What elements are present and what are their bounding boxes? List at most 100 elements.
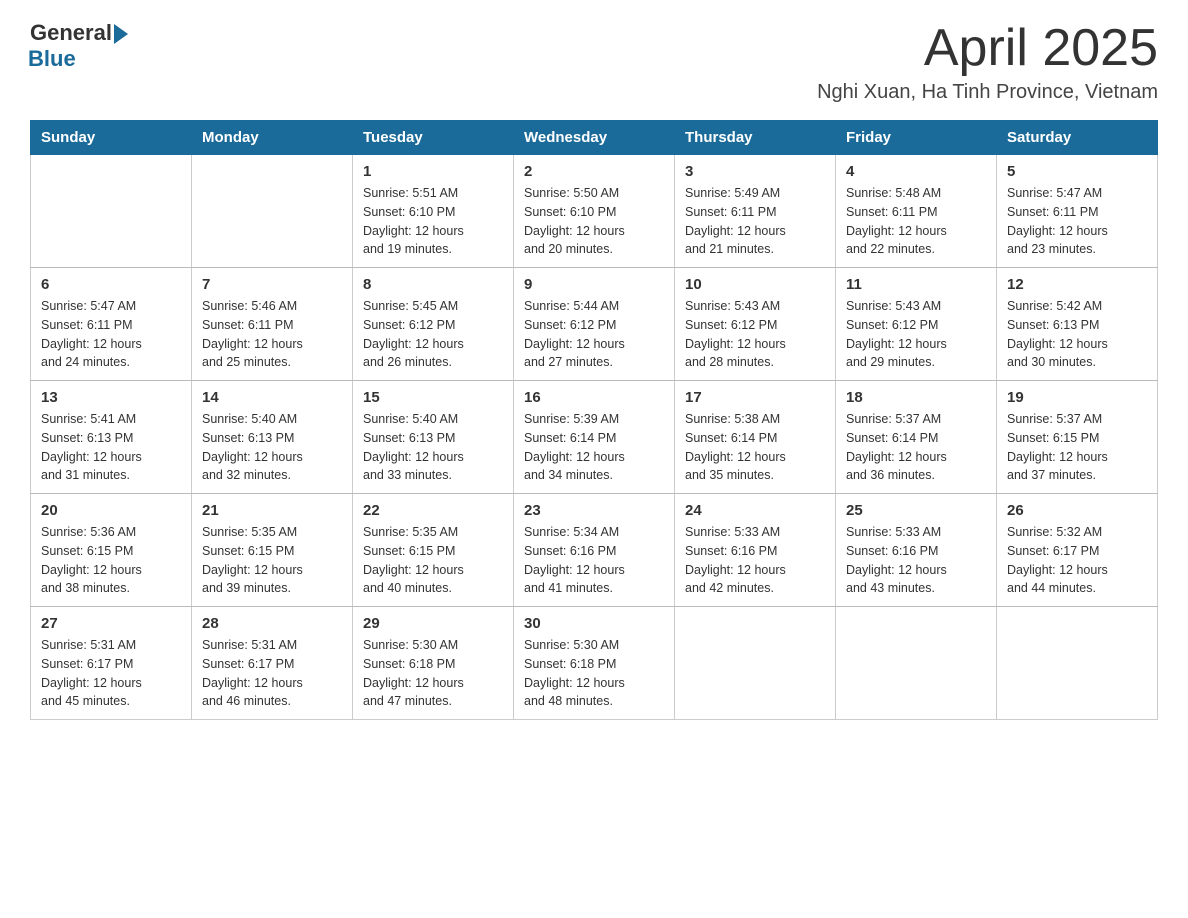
day-info: Sunrise: 5:35 AMSunset: 6:15 PMDaylight:… [202,523,342,598]
calendar-cell: 8 Sunrise: 5:45 AMSunset: 6:12 PMDaylight… [353,268,514,381]
day-number: 7 [202,276,342,293]
day-number: 4 [846,163,986,180]
calendar-cell: 11 Sunrise: 5:43 AMSunset: 6:12 PMDayligh… [836,268,997,381]
day-number: 28 [202,615,342,632]
day-info: Sunrise: 5:47 AMSunset: 6:11 PMDaylight:… [1007,184,1147,259]
day-number: 3 [685,163,825,180]
weekday-header-sunday: Sunday [31,121,192,155]
day-info: Sunrise: 5:31 AMSunset: 6:17 PMDaylight:… [202,636,342,711]
calendar-cell: 6 Sunrise: 5:47 AMSunset: 6:11 PMDaylight… [31,268,192,381]
calendar-cell: 2Sunrise: 5:50 AMSunset: 6:10 PMDaylight… [514,155,675,268]
calendar-cell: 24 Sunrise: 5:33 AMSunset: 6:16 PMDayligh… [675,494,836,607]
logo: General Blue [30,20,128,72]
calendar-cell: 16 Sunrise: 5:39 AMSunset: 6:14 PMDayligh… [514,381,675,494]
day-number: 19 [1007,389,1147,406]
weekday-header-tuesday: Tuesday [353,121,514,155]
calendar-week-row: 20 Sunrise: 5:36 AMSunset: 6:15 PMDayligh… [31,494,1158,607]
day-number: 13 [41,389,181,406]
weekday-header-monday: Monday [192,121,353,155]
day-info: Sunrise: 5:40 AMSunset: 6:13 PMDaylight:… [202,410,342,485]
calendar-cell: 14 Sunrise: 5:40 AMSunset: 6:13 PMDayligh… [192,381,353,494]
day-number: 11 [846,276,986,293]
calendar-cell: 18Sunrise: 5:37 AMSunset: 6:14 PMDayligh… [836,381,997,494]
calendar-cell: 20 Sunrise: 5:36 AMSunset: 6:15 PMDayligh… [31,494,192,607]
day-number: 6 [41,276,181,293]
calendar-week-row: 6 Sunrise: 5:47 AMSunset: 6:11 PMDaylight… [31,268,1158,381]
calendar-cell: 19 Sunrise: 5:37 AMSunset: 6:15 PMDayligh… [997,381,1158,494]
day-info: Sunrise: 5:47 AMSunset: 6:11 PMDaylight:… [41,297,181,372]
calendar-cell [192,155,353,268]
day-info: Sunrise: 5:48 AMSunset: 6:11 PMDaylight:… [846,184,986,259]
day-info: Sunrise: 5:35 AMSunset: 6:15 PMDaylight:… [363,523,503,598]
weekday-header-row: SundayMondayTuesdayWednesdayThursdayFrid… [31,121,1158,155]
month-title: April 2025 [817,20,1158,77]
day-number: 8 [363,276,503,293]
calendar-cell: 29 Sunrise: 5:30 AMSunset: 6:18 PMDayligh… [353,607,514,720]
calendar-cell: 15Sunrise: 5:40 AMSunset: 6:13 PMDayligh… [353,381,514,494]
title-section: April 2025 Nghi Xuan, Ha Tinh Province, … [817,20,1158,104]
day-number: 14 [202,389,342,406]
calendar-week-row: 1 Sunrise: 5:51 AMSunset: 6:10 PMDaylight… [31,155,1158,268]
day-info: Sunrise: 5:31 AMSunset: 6:17 PMDaylight:… [41,636,181,711]
calendar-cell: 27Sunrise: 5:31 AMSunset: 6:17 PMDayligh… [31,607,192,720]
calendar-cell [997,607,1158,720]
day-number: 26 [1007,502,1147,519]
day-number: 21 [202,502,342,519]
calendar-cell: 21 Sunrise: 5:35 AMSunset: 6:15 PMDayligh… [192,494,353,607]
calendar-cell: 5 Sunrise: 5:47 AMSunset: 6:11 PMDaylight… [997,155,1158,268]
calendar-table: SundayMondayTuesdayWednesdayThursdayFrid… [30,120,1158,720]
day-info: Sunrise: 5:43 AMSunset: 6:12 PMDaylight:… [846,297,986,372]
day-number: 25 [846,502,986,519]
page-header: General Blue April 2025 Nghi Xuan, Ha Ti… [30,20,1158,104]
day-number: 16 [524,389,664,406]
calendar-cell: 13 Sunrise: 5:41 AMSunset: 6:13 PMDayligh… [31,381,192,494]
calendar-cell: 26Sunrise: 5:32 AMSunset: 6:17 PMDayligh… [997,494,1158,607]
day-info: Sunrise: 5:30 AMSunset: 6:18 PMDaylight:… [363,636,503,711]
logo-text-blue: Blue [28,46,128,72]
day-number: 29 [363,615,503,632]
day-info: Sunrise: 5:37 AMSunset: 6:15 PMDaylight:… [1007,410,1147,485]
day-info: Sunrise: 5:36 AMSunset: 6:15 PMDaylight:… [41,523,181,598]
day-info: Sunrise: 5:43 AMSunset: 6:12 PMDaylight:… [685,297,825,372]
day-info: Sunrise: 5:45 AMSunset: 6:12 PMDaylight:… [363,297,503,372]
weekday-header-wednesday: Wednesday [514,121,675,155]
day-info: Sunrise: 5:49 AMSunset: 6:11 PMDaylight:… [685,184,825,259]
weekday-header-thursday: Thursday [675,121,836,155]
calendar-cell: 17 Sunrise: 5:38 AMSunset: 6:14 PMDayligh… [675,381,836,494]
day-number: 10 [685,276,825,293]
day-number: 24 [685,502,825,519]
day-info: Sunrise: 5:42 AMSunset: 6:13 PMDaylight:… [1007,297,1147,372]
calendar-cell: 28 Sunrise: 5:31 AMSunset: 6:17 PMDayligh… [192,607,353,720]
day-info: Sunrise: 5:34 AMSunset: 6:16 PMDaylight:… [524,523,664,598]
calendar-cell: 30Sunrise: 5:30 AMSunset: 6:18 PMDayligh… [514,607,675,720]
day-number: 5 [1007,163,1147,180]
day-number: 20 [41,502,181,519]
calendar-cell: 1 Sunrise: 5:51 AMSunset: 6:10 PMDaylight… [353,155,514,268]
day-number: 2 [524,163,664,180]
location-subtitle: Nghi Xuan, Ha Tinh Province, Vietnam [817,81,1158,104]
weekday-header-friday: Friday [836,121,997,155]
day-info: Sunrise: 5:41 AMSunset: 6:13 PMDaylight:… [41,410,181,485]
calendar-cell: 23Sunrise: 5:34 AMSunset: 6:16 PMDayligh… [514,494,675,607]
day-number: 17 [685,389,825,406]
calendar-cell [836,607,997,720]
weekday-header-saturday: Saturday [997,121,1158,155]
day-info: Sunrise: 5:33 AMSunset: 6:16 PMDaylight:… [685,523,825,598]
day-info: Sunrise: 5:30 AMSunset: 6:18 PMDaylight:… [524,636,664,711]
day-number: 1 [363,163,503,180]
calendar-cell: 4 Sunrise: 5:48 AMSunset: 6:11 PMDaylight… [836,155,997,268]
calendar-week-row: 13 Sunrise: 5:41 AMSunset: 6:13 PMDayligh… [31,381,1158,494]
day-number: 9 [524,276,664,293]
calendar-cell: 12Sunrise: 5:42 AMSunset: 6:13 PMDayligh… [997,268,1158,381]
day-info: Sunrise: 5:51 AMSunset: 6:10 PMDaylight:… [363,184,503,259]
day-info: Sunrise: 5:38 AMSunset: 6:14 PMDaylight:… [685,410,825,485]
day-number: 22 [363,502,503,519]
day-number: 15 [363,389,503,406]
logo-text-general: General [30,20,112,46]
day-info: Sunrise: 5:46 AMSunset: 6:11 PMDaylight:… [202,297,342,372]
day-info: Sunrise: 5:44 AMSunset: 6:12 PMDaylight:… [524,297,664,372]
calendar-week-row: 27Sunrise: 5:31 AMSunset: 6:17 PMDayligh… [31,607,1158,720]
day-info: Sunrise: 5:39 AMSunset: 6:14 PMDaylight:… [524,410,664,485]
calendar-cell: 25Sunrise: 5:33 AMSunset: 6:16 PMDayligh… [836,494,997,607]
day-number: 18 [846,389,986,406]
